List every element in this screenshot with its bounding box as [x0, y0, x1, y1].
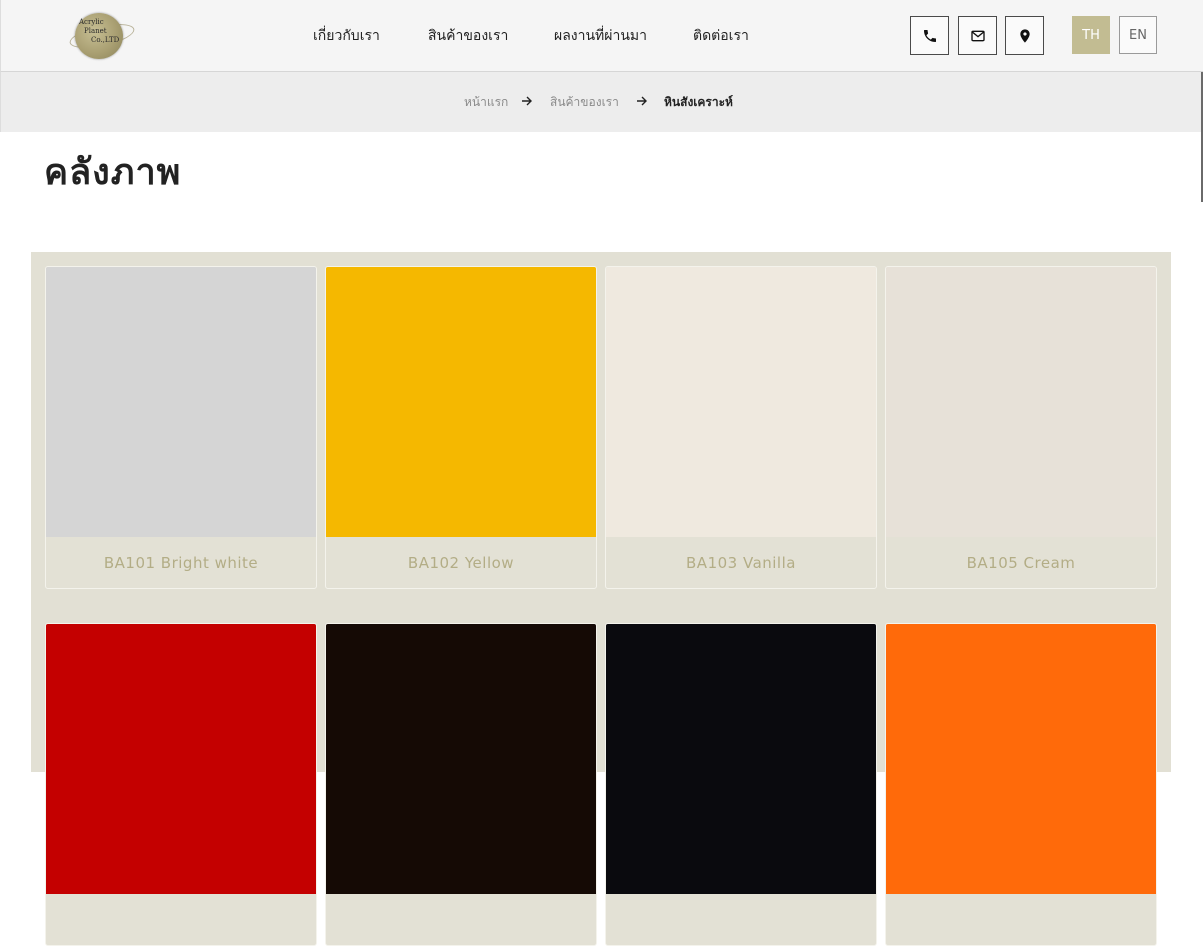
arrow-right-icon: [522, 96, 532, 106]
breadcrumb-products[interactable]: สินค้าของเรา: [550, 93, 619, 111]
arrow-right-icon: [637, 96, 647, 106]
color-swatch: [886, 624, 1156, 894]
nav-link-about[interactable]: เกี่ยวกับเรา: [313, 25, 380, 47]
location-button[interactable]: [1005, 16, 1044, 55]
swatch-label: [886, 894, 1156, 945]
company-logo[interactable]: Acrylic Planet Co.,LTD: [67, 12, 137, 60]
gallery-card[interactable]: [605, 623, 877, 946]
swatch-label: [606, 894, 876, 945]
swatch-label: [46, 894, 316, 945]
color-swatch: [886, 267, 1156, 537]
breadcrumb: หน้าแรก สินค้าของเรา หินสังเคราะห์: [0, 72, 1203, 132]
email-button[interactable]: [958, 16, 997, 55]
phone-button[interactable]: [910, 16, 949, 55]
color-swatch: [606, 267, 876, 537]
color-swatch: [606, 624, 876, 894]
gallery-card[interactable]: BA101 Bright white: [45, 266, 317, 589]
nav-link-products[interactable]: สินค้าของเรา: [428, 25, 508, 47]
color-swatch: [326, 624, 596, 894]
gallery-card[interactable]: [885, 623, 1157, 946]
gallery-card[interactable]: BA102 Yellow: [325, 266, 597, 589]
swatch-label: BA103 Vanilla: [686, 554, 796, 572]
logo-text: Acrylic Planet Co.,LTD: [79, 18, 123, 45]
language-th-button[interactable]: TH: [1072, 16, 1110, 54]
gallery-card[interactable]: BA103 Vanilla: [605, 266, 877, 589]
nav-link-contact[interactable]: ติดต่อเรา: [693, 25, 749, 47]
logo-line-1: Acrylic: [79, 18, 104, 26]
nav-link-portfolio[interactable]: ผลงานที่ผ่านมา: [554, 25, 647, 47]
gallery-grid: BA101 Bright white BA102 Yellow BA103 Va…: [31, 252, 1171, 946]
page-title: คลังภาพ: [44, 152, 182, 193]
breadcrumb-home[interactable]: หน้าแรก: [464, 93, 508, 111]
logo-line-3: Co.,LTD: [91, 36, 120, 44]
color-swatch: [46, 267, 316, 537]
phone-icon: [923, 29, 936, 42]
color-swatch: [326, 267, 596, 537]
swatch-label: BA101 Bright white: [103, 554, 259, 572]
swatch-label: [326, 894, 596, 945]
breadcrumb-current: หินสังเคราะห์: [664, 95, 733, 109]
gallery-card[interactable]: [45, 623, 317, 946]
color-swatch: [46, 624, 316, 894]
language-en-button[interactable]: EN: [1119, 16, 1157, 54]
gallery-card[interactable]: BA105 Cream: [885, 266, 1157, 589]
swatch-label: BA105 Cream: [966, 554, 1076, 572]
site-header: Acrylic Planet Co.,LTD เกี่ยวกับเรา สินค…: [0, 0, 1203, 72]
logo-line-2: Planet: [84, 27, 107, 35]
swatch-label: BA102 Yellow: [407, 554, 515, 572]
location-pin-icon: [1019, 28, 1030, 43]
mail-icon: [970, 30, 985, 41]
gallery-card[interactable]: [325, 623, 597, 946]
